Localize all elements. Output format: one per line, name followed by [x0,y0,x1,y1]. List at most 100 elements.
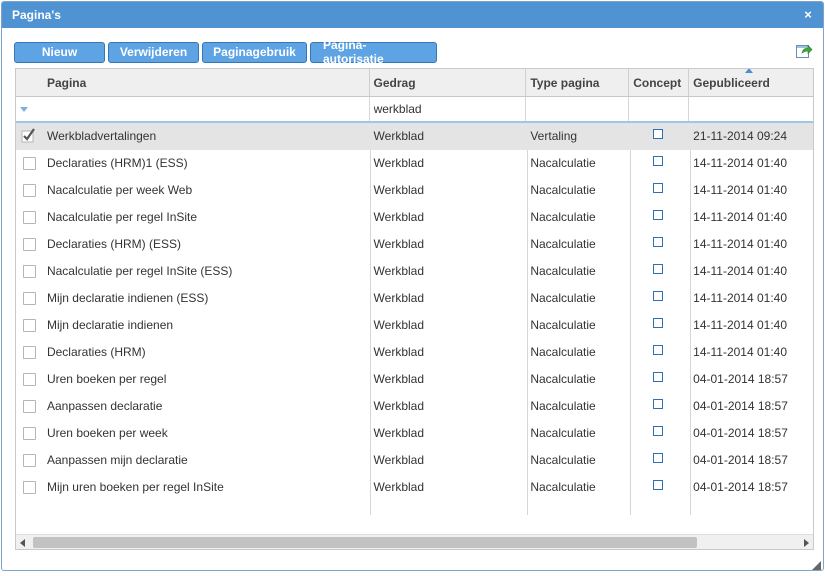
table-row[interactable]: Aanpassen declaratie Werkblad Nacalculatie… [16,393,813,420]
concept-checkbox[interactable] [653,210,664,220]
row-select-checkbox[interactable] [23,184,36,197]
scroll-right-icon[interactable] [804,539,809,547]
concept-checkbox[interactable] [653,237,664,247]
resize-grip-icon[interactable] [812,561,821,570]
table-row[interactable]: Mijn uren boeken per regel InSite Werkbla… [16,474,813,501]
scroll-left-icon[interactable] [20,539,25,547]
cell-pagina: Mijn declaratie indienen [46,318,174,332]
row-select-checkbox[interactable] [23,292,36,305]
row-select-checkbox[interactable] [23,427,36,440]
concept-checkbox[interactable] [653,264,664,274]
table-row[interactable]: Mijn declaratie indienen (ESS) Werkblad Na… [16,285,813,312]
delete-button[interactable]: Verwijderen [108,41,199,63]
new-button[interactable]: Nieuw [14,41,105,63]
page-usage-button[interactable]: Paginagebruik [202,41,307,63]
cell-concept [629,150,689,177]
dialog-title: Pagina's [12,8,61,22]
table-row[interactable]: Nacalculatie per regel InSite Werkblad Nac… [16,204,813,231]
table-row[interactable]: Aanpassen mijn declaratie Werkblad Nacalcu… [16,447,813,474]
concept-checkbox[interactable] [653,183,664,193]
column-header-type-pagina[interactable]: Type pagina [526,69,630,96]
row-select-cell [16,177,43,204]
dialog-titlebar[interactable]: Pagina's × [2,2,823,28]
cell-type-pagina: Nacalculatie [530,372,596,386]
row-select-checkbox[interactable] [23,373,36,386]
concept-checkbox[interactable] [653,129,664,139]
cell-gedrag: Werkblad [373,291,425,305]
filter-input-gepubliceerd[interactable] [689,97,813,121]
table-row[interactable]: Werkbladvertalingen Werkblad Vertaling 21-1… [16,123,813,150]
export-icon[interactable] [795,41,813,59]
table-row[interactable]: Nacalculatie per week Web Werkblad Nacalcu… [16,177,813,204]
concept-checkbox[interactable] [653,399,664,409]
table-row[interactable]: Uren boeken per week Werkblad Nacalculatie… [16,420,813,447]
filter-dropdown-icon[interactable] [20,107,28,112]
filter-input-pagina[interactable] [16,97,369,121]
cell-gepubliceerd: 14-11-2014 01:40 [693,210,787,224]
cell-type-pagina: Nacalculatie [530,480,596,494]
cell-gedrag: Werkblad [373,264,425,278]
concept-checkbox[interactable] [653,372,664,382]
filter-input-gedrag[interactable] [369,97,526,121]
row-select-checkbox[interactable] [23,211,36,224]
column-header-gedrag[interactable]: Gedrag [370,69,527,96]
concept-checkbox[interactable] [653,426,664,436]
row-select-checkbox[interactable] [23,238,36,251]
row-select-checkbox[interactable] [23,265,36,278]
sort-ascending-icon [745,69,754,73]
cell-concept [629,312,689,339]
column-header-pagina[interactable]: Pagina [43,69,370,96]
cell-gedrag: Werkblad [373,426,425,440]
filter-input-type[interactable] [526,97,629,121]
scrollbar-thumb[interactable] [33,537,697,548]
filter-input-concept[interactable] [629,97,689,121]
row-select-cell [16,474,43,501]
table-row[interactable]: Uren boeken per regel Werkblad Nacalculati… [16,366,813,393]
table-row[interactable]: Nacalculatie per regel InSite (ESS) Werkb… [16,258,813,285]
cell-type-pagina: Vertaling [530,129,578,143]
concept-checkbox[interactable] [653,453,664,463]
cell-gepubliceerd: 04-01-2014 18:57 [693,426,788,440]
table-row[interactable]: Declaraties (HRM)1 (ESS) Werkblad Nacalcul… [16,150,813,177]
concept-checkbox[interactable] [653,345,664,355]
cell-gepubliceerd: 04-01-2014 18:57 [693,480,788,494]
concept-checkbox[interactable] [653,291,664,301]
table-row[interactable]: Declaraties (HRM) (ESS) Werkblad Nacalcula… [16,231,813,258]
cell-type-pagina: Nacalculatie [530,345,596,359]
cell-pagina: Declaraties (HRM) [46,345,146,359]
cell-gepubliceerd: 14-11-2014 01:40 [693,156,787,170]
cell-type-pagina: Nacalculatie [530,237,596,251]
cell-concept [629,393,689,420]
row-select-checkbox[interactable] [23,454,36,467]
table-row[interactable]: Declaraties (HRM) Werkblad Nacalculatie 14-… [16,339,813,366]
row-select-cell [16,258,43,285]
horizontal-scrollbar[interactable] [16,534,813,549]
row-select-checkbox[interactable] [23,481,36,494]
row-select-checkbox[interactable] [21,128,36,143]
cell-pagina: Werkbladvertalingen [46,129,157,143]
filter-cell-type [526,97,630,121]
row-select-checkbox[interactable] [23,157,36,170]
cell-pagina: Uren boeken per regel [46,372,167,386]
column-header-concept[interactable]: Concept [629,69,690,96]
cell-gedrag: Werkblad [373,399,425,413]
cell-gedrag: Werkblad [373,183,425,197]
row-select-checkbox[interactable] [23,400,36,413]
cell-type-pagina: Nacalculatie [530,291,596,305]
table-row[interactable]: Mijn declaratie indienen Werkblad Nacalcul… [16,312,813,339]
concept-checkbox[interactable] [653,318,664,328]
concept-checkbox[interactable] [653,156,664,166]
concept-checkbox[interactable] [653,480,664,490]
cell-gepubliceerd: 14-11-2014 01:40 [693,237,787,251]
row-select-checkbox[interactable] [23,346,36,359]
page-authorization-button[interactable]: Pagina-autorisatie [310,38,437,66]
cell-concept [629,339,689,366]
cell-concept [629,420,689,447]
column-header-gepubliceerd[interactable]: Gepubliceerd [689,69,813,96]
row-select-checkbox[interactable] [23,319,36,332]
close-icon[interactable]: × [801,8,815,22]
row-select-cell [16,150,43,177]
row-select-cell [16,285,43,312]
cell-type-pagina: Nacalculatie [530,156,596,170]
cell-pagina: Declaraties (HRM) (ESS) [46,237,181,251]
